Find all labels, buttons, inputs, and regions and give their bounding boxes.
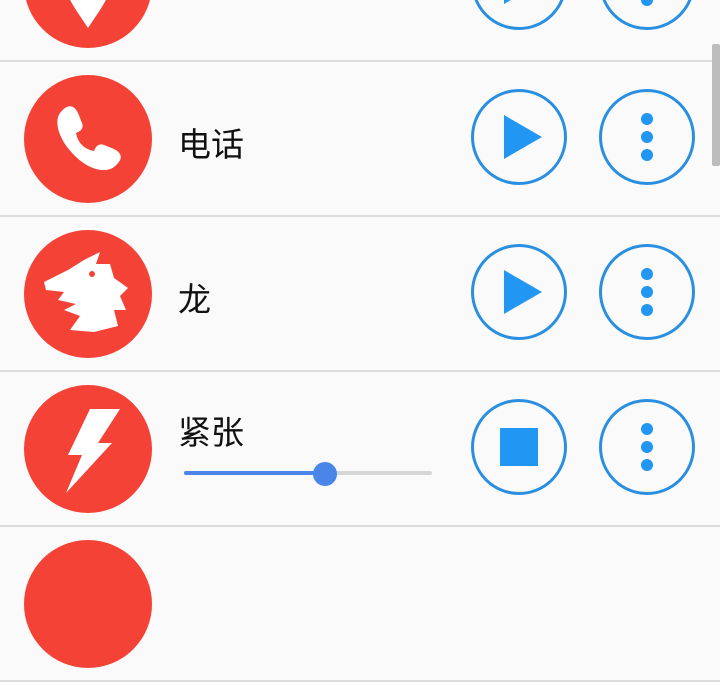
more-vert-icon: [641, 268, 653, 316]
more-options-button[interactable]: [599, 399, 695, 495]
play-icon: [504, 270, 542, 314]
circle-icon: [24, 540, 152, 668]
play-button[interactable]: [471, 244, 567, 340]
stop-button[interactable]: [471, 399, 567, 495]
more-vert-icon: [641, 0, 653, 6]
slider-thumb[interactable]: [313, 462, 338, 486]
play-icon: [504, 0, 542, 4]
slider-fill: [184, 471, 326, 475]
sound-title: 龙: [178, 280, 211, 319]
list-item[interactable]: [0, 527, 720, 682]
list-item[interactable]: 紧张: [0, 372, 720, 527]
sound-title: 紧张: [178, 413, 244, 452]
dragon-icon: [24, 230, 152, 358]
phone-icon: [24, 75, 152, 203]
lightning-icon: [24, 385, 152, 513]
sound-title: 电话: [178, 125, 244, 164]
more-options-button[interactable]: [599, 244, 695, 340]
list-item[interactable]: [0, 0, 720, 62]
more-options-button[interactable]: [599, 89, 695, 185]
more-options-button[interactable]: [599, 0, 695, 30]
more-vert-icon: [641, 423, 653, 471]
gem-icon: [24, 0, 152, 48]
play-button[interactable]: [471, 89, 567, 185]
list-item[interactable]: 龙: [0, 217, 720, 372]
more-vert-icon: [641, 113, 653, 161]
sound-list: 电话 龙 紧张: [0, 0, 720, 682]
play-icon: [504, 115, 542, 159]
scrollbar[interactable]: [712, 44, 720, 166]
volume-slider[interactable]: [184, 462, 432, 486]
play-button[interactable]: [471, 0, 567, 30]
stop-icon: [500, 428, 538, 466]
list-item[interactable]: 电话: [0, 62, 720, 217]
